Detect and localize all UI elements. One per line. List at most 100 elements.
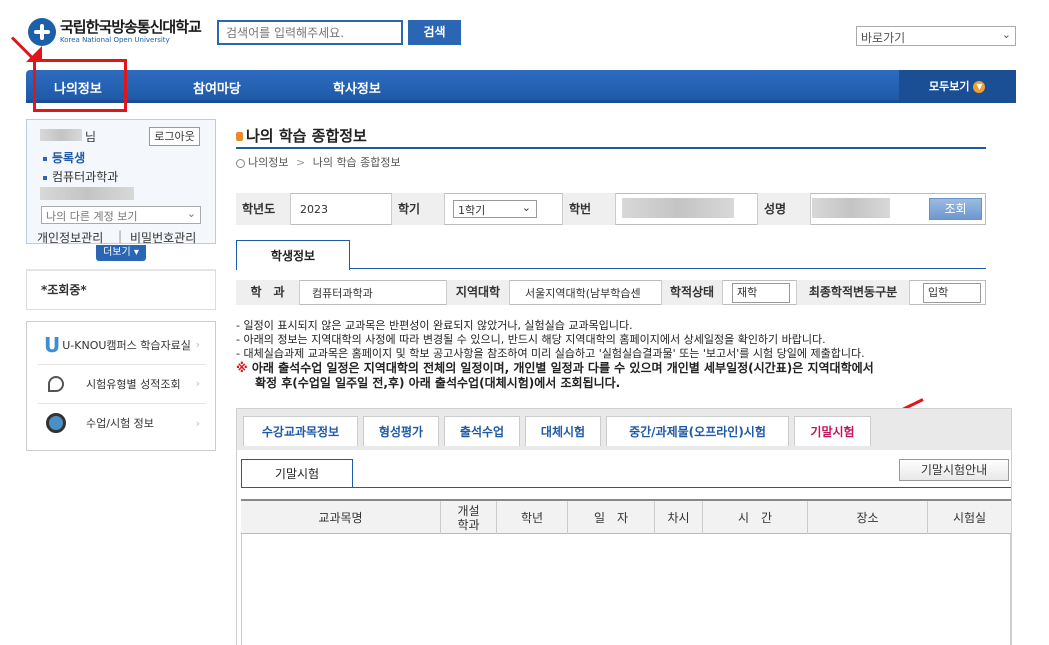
region-label: 지역대학 — [446, 280, 510, 305]
notice-line: - 일정이 표시되지 않은 교과목은 반편성이 완료되지 않았거나, 실험실습 … — [236, 319, 633, 332]
section-tab-final-exam[interactable]: 기말시험 — [241, 459, 353, 488]
final-exam-guide-button[interactable]: 기말시험안내 — [899, 459, 1009, 481]
view-all-button[interactable]: 모두보기 ▼ — [899, 70, 1016, 103]
password-link[interactable]: 비밀번호관리 — [130, 229, 196, 246]
chevron-down-icon: ⌄ — [521, 201, 531, 214]
region-value: 서울지역대학(남부학습센 — [525, 287, 641, 300]
user-name-masked — [40, 129, 82, 141]
column-header: 교과목명 — [241, 501, 441, 534]
tab-midterm-assignment[interactable]: 중간/과제물(오프라인)시험 — [606, 416, 789, 446]
column-header: 차시 — [655, 501, 703, 534]
chevron-down-icon: ▾ — [133, 247, 139, 258]
logo-english-text: Korea National Open University — [60, 36, 170, 44]
link-label: 수업/시험 정보 — [86, 417, 154, 430]
link-label: U-KNOU캠퍼스 학습자료실 — [62, 338, 191, 352]
column-header: 학년 — [497, 501, 568, 534]
quick-nav-select[interactable]: 바로가기 ⌄ — [856, 26, 1016, 46]
pen-icon — [48, 375, 64, 392]
semester-value: 1학기 — [458, 204, 486, 217]
name-label: 성명 — [757, 193, 811, 225]
other-account-select[interactable]: 나의 다른 계정 보기 ⌄ — [41, 206, 201, 224]
tab-course-info[interactable]: 수강교과목정보 — [243, 416, 358, 446]
student-no-masked — [622, 198, 734, 218]
breadcrumb-item: 나의 학습 종합정보 — [312, 156, 401, 169]
notice-line: - 대체실습과제 교과목은 홈페이지 및 학보 공고사항을 참조하여 미리 실습… — [236, 347, 865, 360]
semester-label: 학기 — [391, 193, 445, 225]
section-divider — [241, 487, 1011, 488]
inquiry-status-panel: *조회중* — [26, 269, 216, 310]
more-button[interactable]: 더보기 ▾ — [96, 245, 146, 261]
nav-item-academic[interactable]: 학사정보 — [333, 78, 381, 97]
last-change-label: 최종학적변동구분 — [796, 280, 910, 305]
link-grade-by-exam-type[interactable]: 시험유형별 성적조회 › — [38, 364, 206, 404]
logout-button[interactable]: 로그아웃 — [149, 127, 200, 146]
name-masked — [812, 198, 890, 218]
headset-icon — [46, 413, 66, 433]
chevron-down-icon: ⌄ — [1001, 28, 1011, 41]
logo-korean-text: 국립한국방송통신대학교 — [60, 18, 202, 36]
enrollment-status-label: 등록생 — [52, 151, 86, 165]
page-title-text: 나의 학습 종합정보 — [246, 127, 367, 145]
notice-mark-icon: ※ — [236, 361, 248, 375]
department-label: 컴퓨터과학과 — [52, 170, 119, 184]
knou-logo[interactable]: 국립한국방송통신대학교 Korea National Open Universi… — [28, 16, 208, 48]
chevron-right-icon: › — [195, 416, 200, 430]
chevron-right-icon: › — [195, 377, 200, 390]
column-header: 장소 — [808, 501, 928, 534]
knou-emblem-icon — [28, 18, 56, 46]
bullet-icon — [43, 156, 47, 161]
red-arrow-head-icon — [26, 46, 42, 62]
link-u-knou-campus[interactable]: U U-KNOU캠퍼스 학습자료실 › — [38, 325, 206, 365]
title-divider — [236, 147, 986, 149]
student-no-label: 학번 — [562, 193, 616, 225]
link-label: 시험유형별 성적조회 — [86, 377, 181, 391]
year-value[interactable]: 2023 — [300, 203, 328, 216]
notice-list: - 일정이 표시되지 않은 교과목은 반편성이 완료되지 않았거나, 실험실습 … — [236, 319, 996, 391]
tab-student-info[interactable]: 학생정보 — [236, 240, 350, 270]
view-all-label: 모두보기 — [929, 80, 970, 93]
academic-status-label: 학적상태 — [661, 280, 723, 305]
tab-substitute-exam[interactable]: 대체시험 — [525, 416, 601, 446]
quick-nav-label: 바로가기 — [861, 31, 906, 45]
link-separator: | — [118, 229, 123, 243]
column-header: 개설 학과 — [441, 501, 497, 534]
column-header: 일 자 — [568, 501, 655, 534]
notice-important-line: 확정 후(수업일 일주일 전,후) 아래 출석수업(대체시험)에서 조회됩니다. — [255, 376, 621, 390]
breadcrumb: 나의정보 > 나의 학습 종합정보 — [236, 154, 401, 170]
tab-formative-eval[interactable]: 형성평가 — [363, 416, 439, 446]
column-header: 시 간 — [703, 501, 808, 534]
breadcrumb-separator: > — [295, 156, 306, 169]
other-account-label: 나의 다른 계정 보기 — [46, 210, 138, 223]
more-label: 더보기 — [103, 247, 131, 258]
search-button[interactable]: 검색 — [408, 20, 461, 45]
column-header: 시험실 — [952, 510, 987, 525]
breadcrumb-item[interactable]: 나의정보 — [248, 156, 288, 169]
personal-info-link[interactable]: 개인정보관리 — [37, 229, 103, 246]
chevron-right-icon: › — [195, 338, 200, 351]
search-input[interactable] — [217, 20, 403, 45]
chevron-down-circle-icon: ▼ — [973, 81, 986, 93]
title-bullet-icon — [236, 132, 243, 141]
enrollment-status: 등록생 — [43, 149, 85, 166]
tab-final-exam[interactable]: 기말시험 — [794, 416, 871, 446]
semester-select[interactable]: 1학기 ⌄ — [453, 200, 537, 218]
student-id-masked — [40, 187, 134, 200]
notice-important-line: 아래 출석수업 일정은 지역대학의 전체의 일정이며, 개인별 일정과 다를 수… — [251, 361, 874, 375]
notice-line: - 아래의 정보는 지역대학의 사정에 따라 변경될 수 있으니, 반드시 해당… — [236, 333, 826, 346]
highlight-box-my-info — [33, 59, 127, 112]
u-knou-logo-icon: U — [44, 332, 61, 357]
user-name-suffix: 님 — [85, 130, 97, 144]
main-nav-bar — [26, 70, 1016, 103]
chevron-down-icon: ⌄ — [186, 207, 196, 220]
nav-item-participation[interactable]: 참여마당 — [193, 78, 241, 97]
notice-important: ※ 아래 출석수업 일정은 지역대학의 전체의 일정이며, 개인별 일정과 다를… — [236, 361, 996, 376]
link-class-exam-info[interactable]: 수업/시험 정보 › — [38, 403, 206, 443]
last-change-value: 입학 — [923, 283, 981, 303]
bullet-icon — [43, 175, 47, 180]
query-button[interactable]: 조회 — [929, 198, 982, 220]
tab-attendance-class[interactable]: 출석수업 — [444, 416, 520, 446]
year-label: 학년도 — [236, 193, 291, 225]
academic-status-value: 재학 — [732, 283, 790, 303]
dept-value: 컴퓨터과학과 — [312, 287, 373, 300]
breadcrumb-home-icon — [236, 158, 245, 168]
